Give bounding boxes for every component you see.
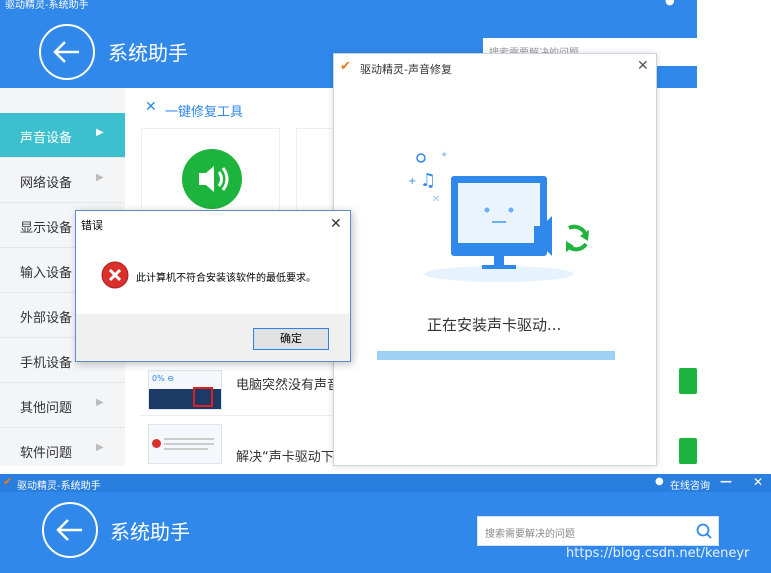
ok-button[interactable]: 确定 bbox=[253, 328, 329, 350]
sidebar-item-label: 显示设备 bbox=[20, 221, 73, 236]
svg-text:+: + bbox=[408, 176, 416, 187]
back-button[interactable] bbox=[42, 502, 98, 558]
app-logo-icon: ✔ bbox=[3, 475, 13, 488]
page-title: 系统助手 bbox=[110, 520, 190, 544]
divider bbox=[140, 415, 335, 416]
watermark: https://blog.csdn.net/keneyr bbox=[566, 546, 750, 561]
app-window-bottom: ✔ 驱动精灵-系统助手 ● 在线咨询 — ✕ 系统助手 搜索需要解决的问题 ht… bbox=[0, 474, 771, 573]
window-titlebar: ✔ 驱动精灵-系统助手 ● 在线咨询 — ✕ bbox=[0, 474, 771, 492]
error-dialog-title: 错误 bbox=[81, 219, 103, 232]
close-button[interactable]: ✕ bbox=[753, 475, 763, 489]
chevron-right-icon: ▶ bbox=[96, 397, 104, 408]
dialog-title: 驱动精灵-声音修复 bbox=[360, 63, 452, 76]
search-placeholder: 搜索需要解决的问题 bbox=[485, 529, 575, 540]
sidebar-item-label: 手机设备 bbox=[20, 356, 73, 371]
monitor-sound-illustration: + ♫ ✦ ✕ bbox=[408, 150, 589, 282]
problem-title[interactable]: 电脑突然没有声音 bbox=[236, 374, 340, 393]
sidebar-item-network[interactable]: 网络设备 ▶ bbox=[0, 158, 125, 203]
repair-tools-title: 一键修复工具 bbox=[165, 105, 244, 120]
chat-icon[interactable]: ● bbox=[665, 0, 675, 7]
svg-text:♫: ♫ bbox=[420, 170, 436, 191]
dialog-titlebar: ✔ 驱动精灵-声音修复 ✕ bbox=[334, 54, 656, 82]
app-logo-icon: ✔ bbox=[340, 59, 351, 74]
search-icon[interactable] bbox=[696, 523, 712, 539]
wrench-icon: ✕ bbox=[145, 99, 157, 115]
chat-icon: ● bbox=[655, 476, 664, 487]
window-title: 驱动精灵-系统助手 bbox=[17, 481, 101, 492]
sidebar-item-label: 声音设备 bbox=[20, 131, 73, 146]
tool-card-2[interactable] bbox=[296, 128, 338, 220]
sidebar-item-label: 软件问题 bbox=[20, 446, 73, 461]
back-button[interactable] bbox=[39, 24, 95, 80]
error-icon bbox=[101, 261, 129, 289]
sidebar-item-label: 其他问题 bbox=[20, 401, 73, 416]
tool-card-sound[interactable] bbox=[141, 128, 280, 220]
sidebar-item-label: 外部设备 bbox=[20, 311, 73, 326]
chevron-right-icon: ▶ bbox=[96, 127, 104, 138]
titlebar-title: 驱动精灵-系统助手 bbox=[5, 0, 89, 11]
online-consult-link[interactable]: 在线咨询 bbox=[670, 477, 710, 492]
error-dialog: 错误 ✕ 此计算机不符合安装该软件的最低要求。 确定 bbox=[75, 210, 351, 362]
sidebar-item-other[interactable]: 其他问题 ▶ bbox=[0, 383, 125, 428]
close-icon[interactable]: ✕ bbox=[637, 58, 649, 74]
fix-button[interactable] bbox=[679, 368, 697, 394]
sidebar-item-label: 网络设备 bbox=[20, 176, 73, 191]
sidebar-item-sound[interactable]: 声音设备 ▶ bbox=[0, 113, 125, 158]
minimize-button[interactable]: — bbox=[720, 474, 732, 488]
back-arrow-icon bbox=[53, 41, 79, 63]
chevron-right-icon: ▶ bbox=[96, 442, 104, 453]
chevron-right-icon: ▶ bbox=[96, 172, 104, 183]
search-input[interactable]: 搜索需要解决的问题 bbox=[477, 516, 719, 546]
error-dialog-footer: 确定 bbox=[76, 314, 350, 361]
speaker-icon bbox=[182, 149, 242, 209]
problem-thumbnail: 0% ⊖ bbox=[148, 370, 222, 410]
svg-text:✕: ✕ bbox=[432, 194, 440, 205]
svg-text:✦: ✦ bbox=[440, 150, 448, 161]
sidebar-item-software[interactable]: 软件问题 ▶ bbox=[0, 428, 125, 466]
status-text: 正在安装声卡驱动... bbox=[427, 316, 562, 334]
close-icon[interactable]: ✕ bbox=[330, 216, 342, 232]
sound-repair-dialog: ✔ 驱动精灵-声音修复 ✕ + ♫ ✦ ✕ 正在安装声卡驱动... bbox=[333, 53, 657, 466]
fix-button[interactable] bbox=[679, 438, 697, 464]
back-arrow-icon bbox=[56, 519, 82, 541]
sidebar-item-label: 输入设备 bbox=[20, 266, 73, 281]
progress-bar bbox=[377, 351, 615, 360]
problem-title[interactable]: 解决“声卡驱动下 bbox=[236, 446, 334, 465]
progress-fill bbox=[378, 352, 614, 359]
error-message: 此计算机不符合安装该软件的最低要求。 bbox=[136, 273, 316, 284]
problem-thumbnail bbox=[148, 424, 222, 464]
page-title: 系统助手 bbox=[108, 41, 188, 65]
